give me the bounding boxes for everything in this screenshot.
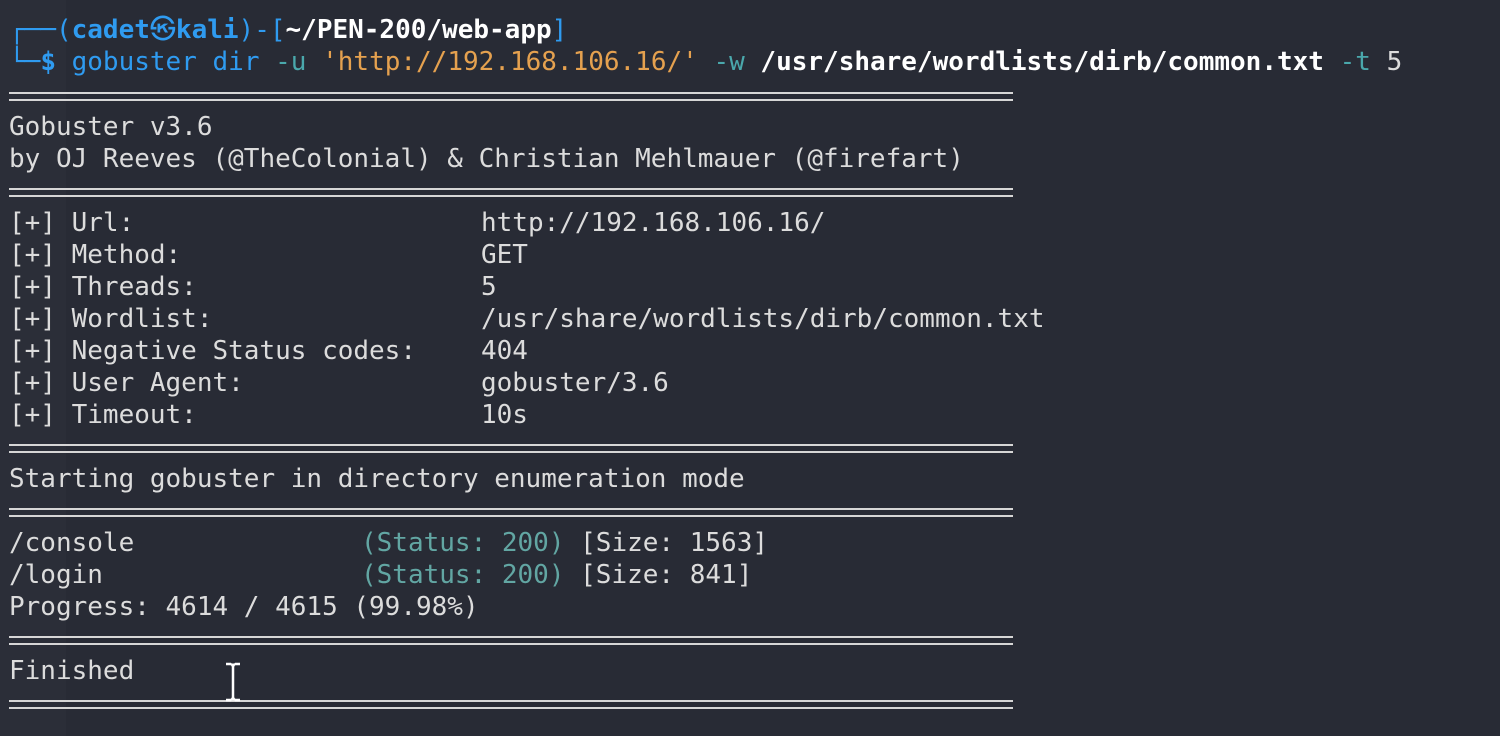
command-binary: gobuster [71,47,197,77]
separator [9,508,1013,517]
prompt-dollar: $ [40,47,56,77]
result-row-login: /login (Status: 200) [Size: 841] [9,560,753,590]
config-row-negative-status: [+] Negative Status codes: 404 [9,336,528,366]
config-row-threads: [+] Threads: 5 [9,272,497,302]
prompt-at-symbol: ㉿ [149,15,176,45]
config-row-timeout: [+] Timeout: 10s [9,400,528,430]
command-subcommand: dir [212,47,260,77]
banner-authors: by OJ Reeves (@TheColonial) & Christian … [9,144,964,174]
config-row-user-agent: [+] User Agent: gobuster/3.6 [9,368,669,398]
command-threads: 5 [1386,47,1403,77]
config-row-wordlist: [+] Wordlist:/usr/share/wordlists/dirb/c… [9,304,1045,334]
config-row-url: [+] Url: http://192.168.106.16/ [9,208,826,238]
banner-version: Gobuster v3.6 [9,112,213,142]
text-cursor-icon [226,662,240,702]
separator [9,92,1013,101]
prompt-second-prefix: └─ [9,47,41,77]
command-line: └─$ gobuster dir -u 'http://192.168.106.… [9,46,1402,78]
separator [9,188,1013,197]
progress-line: Progress: 4614 / 4615 (99.98%) [9,592,479,622]
result-row-console: /console (Status: 200) [Size: 1563] [9,528,768,558]
separator [9,636,1013,645]
command-flag-u: -u [275,47,307,77]
prompt-host: kali [175,15,239,45]
prompt-path: ~/PEN-200/web-app [285,15,552,45]
prompt-open: ┌──( [9,15,72,45]
terminal-output[interactable]: ┌──(cadet㉿kali)-[~/PEN-200/web-app] └─$ … [0,0,1500,736]
prompt-mid: )-[ [238,15,286,45]
prompt-line: ┌──(cadet㉿kali)-[~/PEN-200/web-app] [9,14,567,46]
config-row-method: [+] Method: GET [9,240,528,270]
command-flag-w: -w [713,47,745,77]
prompt-close: ] [551,15,568,45]
command-wordlist: /usr/share/wordlists/dirb/common.txt [760,47,1324,77]
command-url: 'http://192.168.106.16/' [322,47,698,77]
command-flag-t: -t [1339,47,1371,77]
start-message: Starting gobuster in directory enumerati… [9,464,745,494]
prompt-user: cadet [71,15,150,45]
separator [9,444,1013,453]
finished-line: Finished [9,656,135,686]
separator [9,700,1013,709]
